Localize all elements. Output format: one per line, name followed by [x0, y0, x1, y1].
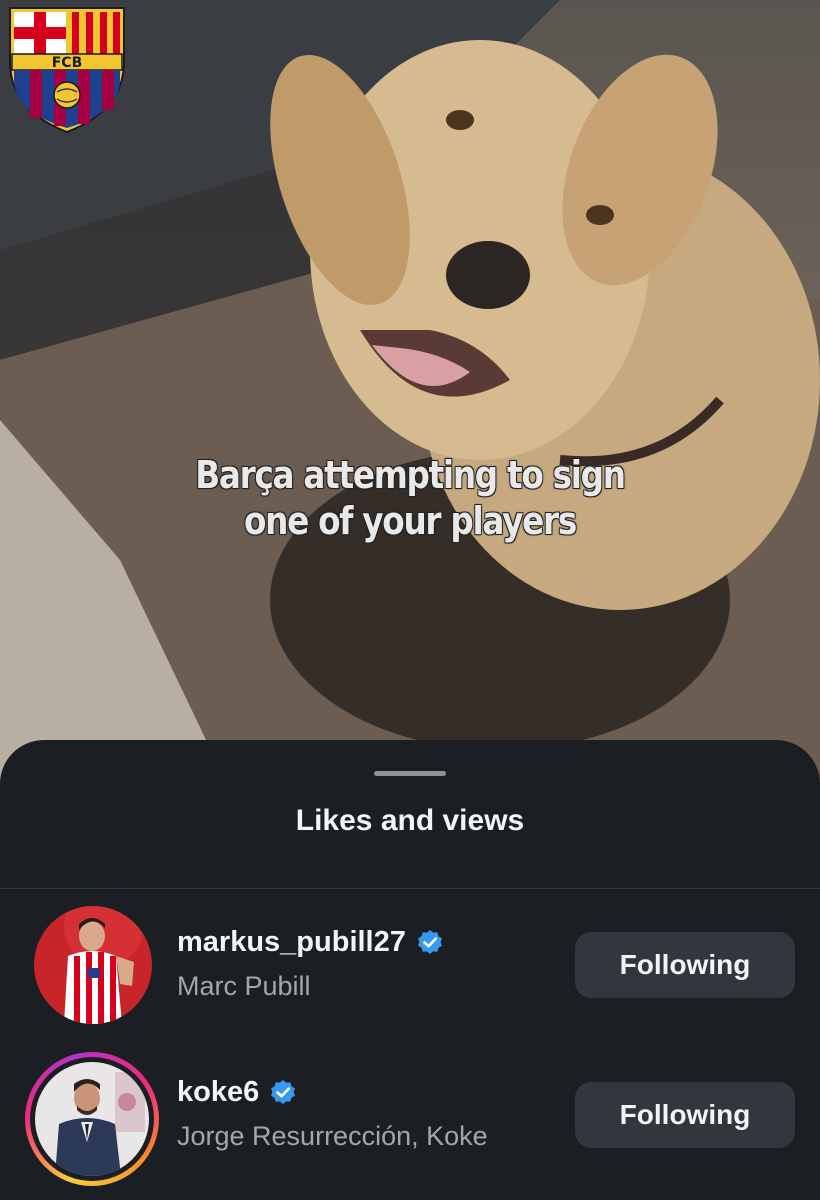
list-item[interactable]: koke6 Jorge Resurrección, Koke Following	[0, 1052, 820, 1186]
username-text[interactable]: koke6	[177, 1076, 259, 1109]
likes-sheet: Likes and views markus_pubill27 Marc Pub…	[0, 740, 820, 1200]
following-button[interactable]: Following	[575, 932, 795, 998]
meme-caption: Barça attempting to sign one of your pla…	[57, 452, 762, 544]
avatar	[35, 1062, 149, 1176]
following-button[interactable]: Following	[575, 1082, 795, 1148]
avatar[interactable]	[34, 906, 152, 1024]
fcb-crest-logo: FCB	[9, 7, 125, 134]
avatar-story-ring[interactable]	[25, 1052, 159, 1186]
username-text[interactable]: markus_pubill27	[177, 926, 406, 959]
sheet-grabber[interactable]	[374, 771, 446, 776]
svg-text:FCB: FCB	[52, 55, 83, 71]
avatar-image	[34, 906, 152, 1024]
verified-badge-icon	[417, 929, 442, 954]
sheet-title: Likes and views	[295, 804, 525, 837]
caption-line-2: one of your players	[244, 499, 577, 543]
verified-badge-icon	[271, 1079, 296, 1104]
avatar-image	[35, 1062, 149, 1176]
divider	[0, 888, 820, 889]
story-media[interactable]: FCB Barça attempting to sign one of your…	[0, 0, 820, 790]
list-item[interactable]: markus_pubill27 Marc Pubill Following	[0, 902, 820, 1032]
username[interactable]: markus_pubill27	[177, 926, 444, 959]
username[interactable]: koke6	[177, 1076, 297, 1109]
full-name: Marc Pubill	[177, 971, 311, 1001]
caption-line-1: Barça attempting to sign	[195, 453, 626, 497]
full-name: Jorge Resurrección, Koke	[177, 1121, 488, 1151]
